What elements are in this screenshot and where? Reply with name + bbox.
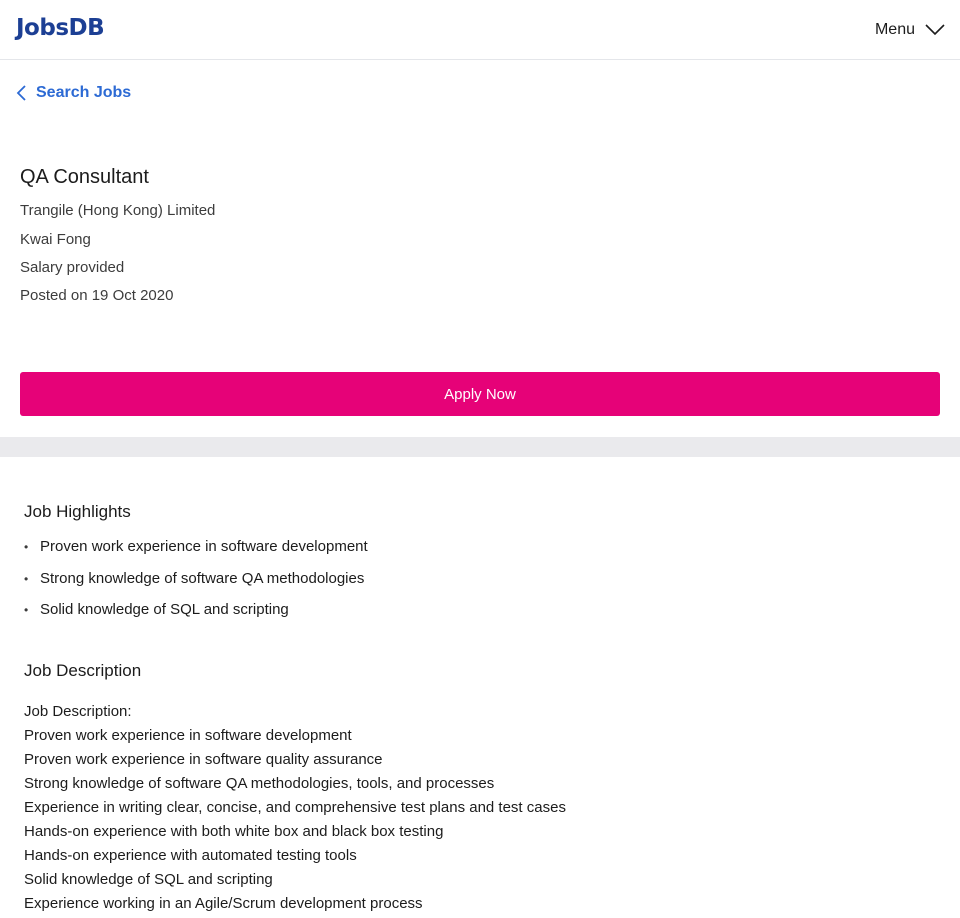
job-highlights-list: • Proven work experience in software deve…: [24, 537, 368, 632]
job-description-title: Job Description: [24, 661, 142, 680]
chevron-left-icon: [16, 85, 26, 101]
job-highlights-title: Job Highlights: [24, 502, 131, 521]
description-line: Hands-on experience with both white box …: [24, 823, 444, 840]
description-line: Proven work experience in software devel…: [24, 727, 352, 744]
description-line: Hands-on experience with automated testi…: [24, 847, 357, 864]
posted-date: Posted on 19 Oct 2020: [20, 287, 174, 304]
description-line: Solid knowledge of SQL and scripting: [24, 871, 273, 888]
job-location: Kwai Fong: [20, 231, 91, 248]
description-line: Strong knowledge of software QA methodol…: [24, 775, 495, 792]
chevron-down-icon: [925, 24, 945, 36]
highlight-item: • Strong knowledge of software QA methodo…: [24, 569, 368, 601]
header: JobsDB Menu: [0, 0, 960, 60]
menu-label: Menu: [874, 21, 915, 38]
company-name[interactable]: Trangile (Hong Kong) Limited: [20, 202, 215, 219]
description-line: Experience in writing clear, concise, an…: [24, 799, 566, 816]
highlight-text: Solid knowledge of SQL and scripting: [40, 601, 289, 618]
search-jobs-back-link[interactable]: Search Jobs: [16, 82, 131, 104]
description-line: Proven work experience in software quali…: [24, 751, 383, 768]
jobsdb-logo[interactable]: JobsDB: [16, 13, 105, 43]
description-line: Job Description:: [24, 703, 132, 720]
bullet-icon: •: [24, 571, 29, 586]
highlight-item: • Proven work experience in software deve…: [24, 537, 368, 569]
job-description-body: Job Description: Proven work experience …: [24, 702, 566, 918]
highlight-item: • Solid knowledge of SQL and scripting: [24, 600, 368, 632]
bullet-icon: •: [24, 540, 29, 554]
salary-info: Salary provided: [20, 259, 125, 276]
job-title: QA Consultant: [20, 166, 149, 188]
description-line: Experience working in an Agile/Scrum dev…: [24, 895, 423, 912]
highlight-text: Proven work experience in software devel…: [40, 538, 368, 555]
apply-now-button[interactable]: Apply Now: [20, 372, 940, 416]
back-link-label: Search Jobs: [36, 84, 132, 101]
highlight-text: Strong knowledge of software QA methodol…: [40, 569, 365, 587]
bullet-icon: •: [24, 603, 29, 617]
menu-button[interactable]: Menu: [875, 18, 945, 42]
section-divider: [0, 437, 960, 457]
